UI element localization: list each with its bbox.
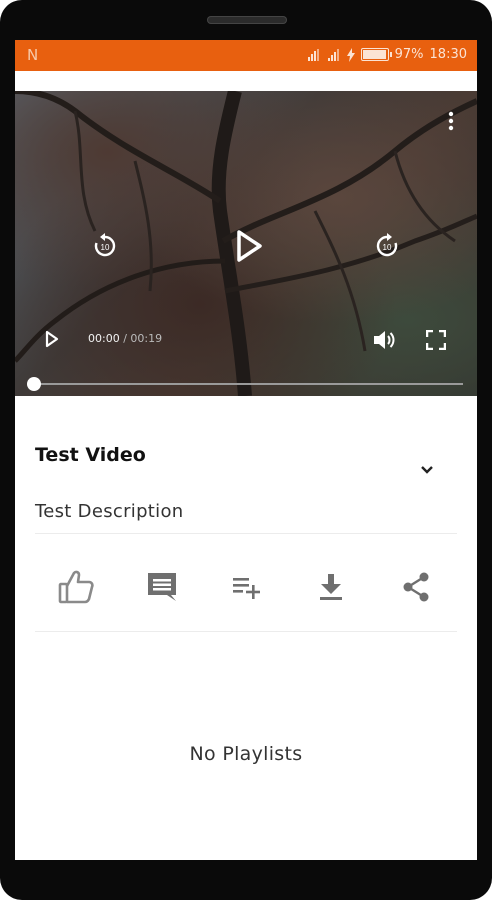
svg-text:10: 10 (101, 243, 110, 252)
replay-10-icon[interactable]: 10 (90, 231, 120, 261)
signal-4g-icon (307, 48, 319, 61)
signal-icon (327, 48, 339, 61)
seek-bar[interactable] (33, 383, 463, 385)
add-to-playlist-icon[interactable] (222, 562, 272, 612)
divider (35, 533, 457, 534)
current-time: 00:00 (88, 332, 120, 345)
chevron-down-icon[interactable] (415, 458, 439, 486)
status-bar: N 97% 18:30 (15, 40, 477, 71)
seek-handle[interactable] (27, 377, 41, 391)
time-display: 00:00 / 00:19 (88, 332, 162, 345)
comment-icon[interactable] (137, 562, 187, 612)
notification-icon: N (27, 46, 39, 64)
screen: N 97% 18:30 10 10 00:00 / 00:19 Test Vid… (15, 40, 477, 860)
video-title: Test Video (35, 444, 146, 466)
divider (35, 631, 457, 632)
status-time: 18:30 (429, 47, 467, 62)
fullscreen-icon[interactable] (423, 327, 449, 353)
status-indicators: 97% 18:30 (307, 47, 467, 62)
play-icon[interactable] (229, 227, 269, 265)
playlists-empty-text: No Playlists (189, 743, 303, 765)
volume-icon[interactable] (369, 327, 399, 353)
play-small-icon[interactable] (41, 327, 63, 351)
video-player[interactable]: 10 10 00:00 / 00:19 (15, 91, 477, 396)
video-description: Test Description (35, 501, 184, 522)
phone-frame: N 97% 18:30 10 10 00:00 / 00:19 Test Vid… (0, 0, 492, 900)
download-icon[interactable] (306, 562, 356, 612)
svg-text:10: 10 (383, 243, 392, 252)
phone-speaker (207, 16, 287, 24)
more-vert-icon[interactable] (441, 109, 461, 133)
duration: 00:19 (130, 332, 163, 345)
battery-icon (360, 48, 392, 61)
app-bar (15, 71, 477, 91)
share-icon[interactable] (391, 562, 441, 612)
time-separator: / (119, 332, 131, 345)
charging-icon (346, 47, 355, 62)
action-bar (15, 562, 477, 612)
battery-percent: 97% (394, 47, 424, 62)
forward-10-icon[interactable]: 10 (372, 231, 402, 261)
like-icon[interactable] (51, 562, 101, 612)
